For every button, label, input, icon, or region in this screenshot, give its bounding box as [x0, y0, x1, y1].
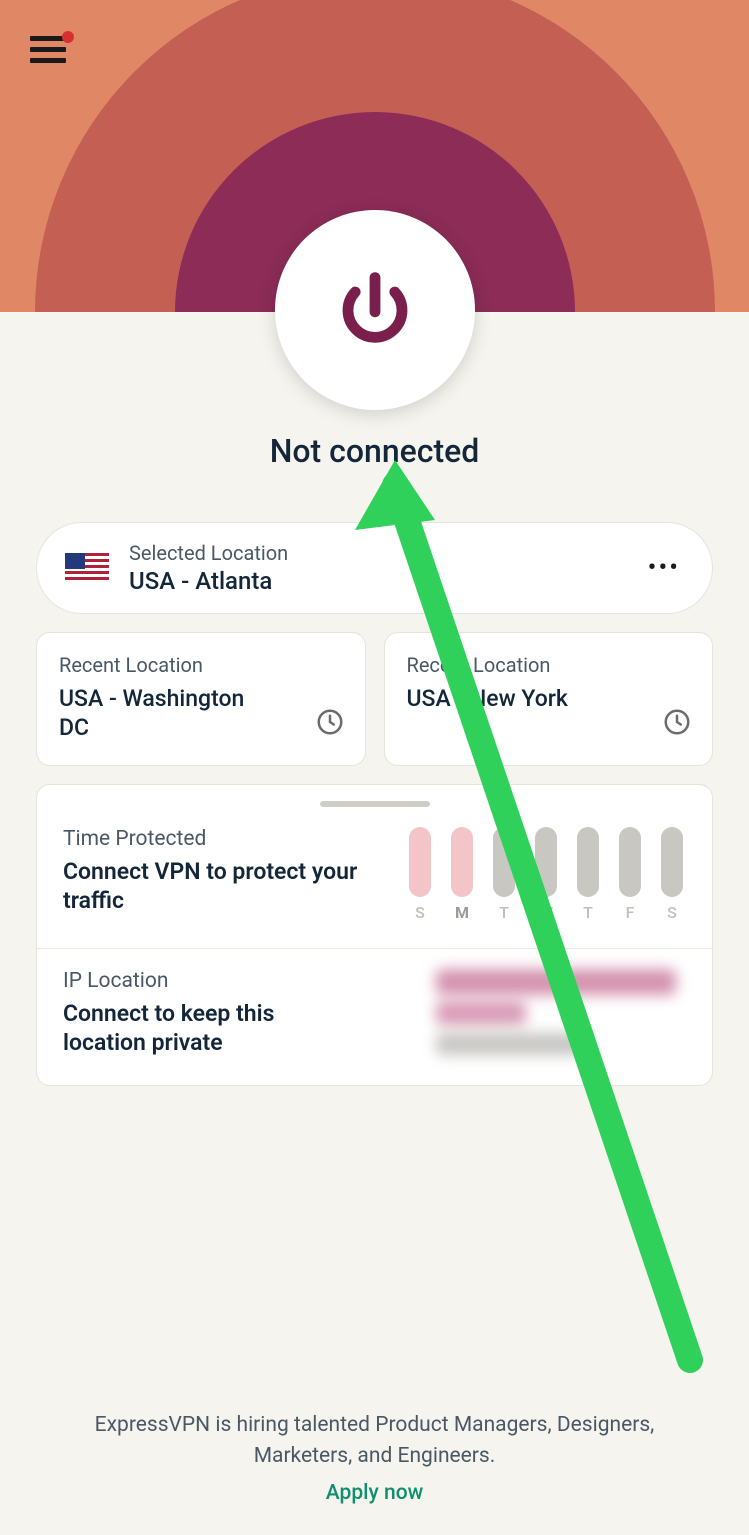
ip-location-value: Connect to keep this location private: [63, 999, 363, 1059]
hiring-text: ExpressVPN is hiring talented Product Ma…: [50, 1410, 699, 1471]
ip-location-label: IP Location: [63, 969, 420, 993]
day-bar: T: [574, 827, 602, 922]
apply-now-link[interactable]: Apply now: [326, 1481, 423, 1505]
more-options-button[interactable]: •••: [644, 553, 684, 583]
power-icon: [330, 265, 420, 355]
selected-location-value: USA - Atlanta: [129, 567, 624, 595]
hiring-banner: ExpressVPN is hiring talented Product Ma…: [0, 1390, 749, 1525]
clock-icon: [315, 707, 345, 737]
day-bar: F: [616, 827, 644, 922]
clock-icon: [662, 707, 692, 737]
recent-location-card-1[interactable]: Recent Location USA - New York: [384, 632, 714, 766]
time-protected-value: Connect VPN to protect your traffic: [63, 857, 363, 917]
recent-location-value: USA - Washington DC: [59, 685, 279, 743]
selected-location-card[interactable]: Selected Location USA - Atlanta •••: [36, 522, 713, 614]
day-bar: S: [658, 827, 686, 922]
connection-status: Not connected: [0, 432, 749, 470]
connect-button[interactable]: [275, 210, 475, 410]
day-bar: S: [406, 827, 434, 922]
menu-button[interactable]: [30, 34, 70, 64]
recent-location-card-0[interactable]: Recent Location USA - Washington DC: [36, 632, 366, 766]
recent-location-label: Recent Location: [59, 653, 343, 677]
flag-us-icon: [65, 553, 109, 583]
day-bar: M: [448, 827, 476, 922]
week-usage-chart: SMTWTFS: [406, 827, 686, 922]
day-bar: W: [532, 827, 560, 922]
recent-location-value: USA - New York: [407, 685, 627, 714]
notification-dot-icon: [62, 31, 74, 43]
recent-location-label: Recent Location: [407, 653, 691, 677]
day-bar: T: [490, 827, 518, 922]
ip-location-hidden: [436, 969, 686, 1059]
info-panel[interactable]: Time Protected Connect VPN to protect yo…: [36, 784, 713, 1086]
time-protected-label: Time Protected: [63, 827, 390, 851]
selected-location-label: Selected Location: [129, 541, 624, 565]
